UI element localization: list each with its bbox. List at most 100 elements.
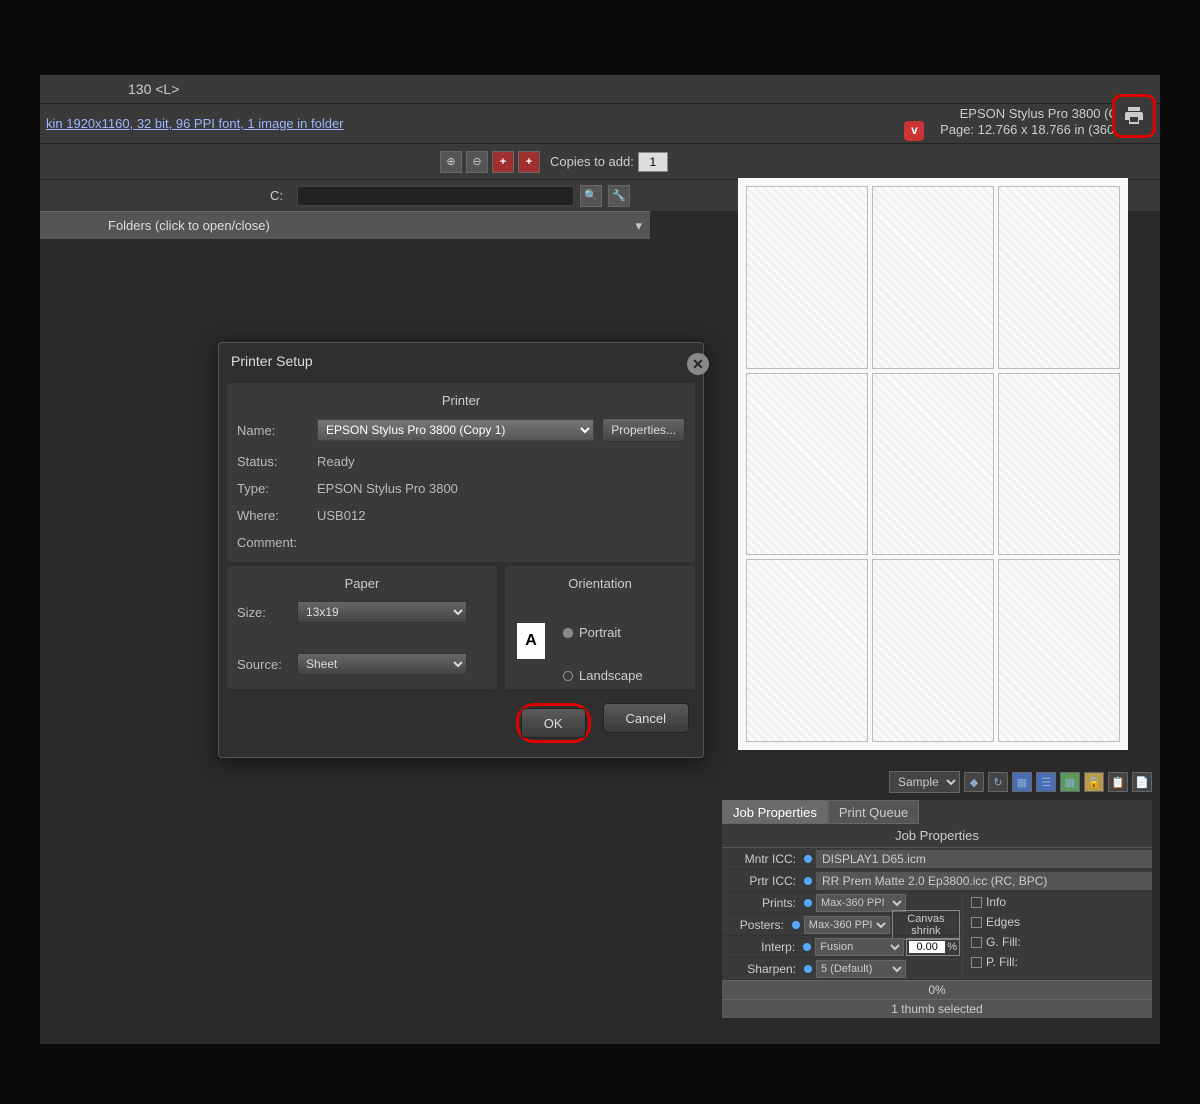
radio-icon — [563, 671, 573, 681]
info-label: Info — [986, 895, 1006, 909]
tile-icon[interactable]: ▦ — [1060, 772, 1080, 792]
status-dot-icon — [804, 899, 812, 907]
radio-icon — [563, 628, 573, 638]
sample-select[interactable]: Sample — [889, 771, 960, 793]
selection-text: 1 thumb selected — [722, 999, 1152, 1018]
zoom-out-icon[interactable]: ⊖ — [466, 151, 488, 173]
size-label: Size: — [237, 605, 297, 620]
gfill-label: G. Fill: — [986, 935, 1021, 949]
status-label: Status: — [237, 454, 317, 469]
preview-cell[interactable] — [872, 186, 994, 369]
wrench-icon[interactable]: 🔧 — [608, 185, 630, 207]
list-icon[interactable]: ☰ — [1036, 772, 1056, 792]
checkbox[interactable] — [971, 917, 982, 928]
printer-section: Printer Name: EPSON Stylus Pro 3800 (Cop… — [227, 383, 695, 562]
tab-print-queue[interactable]: Print Queue — [828, 800, 919, 824]
preview-cell[interactable] — [746, 186, 868, 369]
ok-highlight: OK — [516, 703, 591, 743]
folders-label: Folders (click to open/close) — [108, 218, 270, 233]
properties-button[interactable]: Properties... — [602, 418, 685, 442]
path-field[interactable] — [297, 186, 574, 206]
ok-button[interactable]: OK — [521, 708, 586, 738]
tabs: Job Properties Print Queue — [722, 800, 1152, 824]
page-preview — [738, 178, 1128, 750]
checkbox[interactable] — [971, 957, 982, 968]
printer-setup-dialog: Printer Setup ✕ Printer Name: EPSON Styl… — [218, 342, 704, 758]
toolbar: ⊕ ⊖ + + Copies to add: — [40, 143, 1160, 179]
refresh-icon[interactable]: ↻ — [988, 772, 1008, 792]
preview-cell[interactable] — [872, 559, 994, 742]
preview-cell[interactable] — [998, 186, 1120, 369]
type-value: EPSON Stylus Pro 3800 — [317, 481, 458, 496]
prtr-value[interactable]: RR Prem Matte 2.0 Ep3800.icc (RC, BPC) — [816, 872, 1152, 890]
posters-select[interactable]: Max-360 PPI — [804, 916, 890, 934]
canvas-shrink-button[interactable]: Canvas shrink — [892, 910, 960, 940]
checkbox[interactable] — [971, 937, 982, 948]
source-label: Source: — [237, 657, 297, 672]
percent-box[interactable]: % — [906, 938, 960, 956]
interp-label: Interp: — [722, 940, 799, 954]
page-orientation-icon: A — [517, 623, 545, 659]
status-dot-icon — [804, 965, 812, 973]
printer-header: Printer — [233, 389, 689, 412]
preview-cell[interactable] — [998, 373, 1120, 556]
panel-title: Job Properties — [722, 824, 1152, 848]
percent-input[interactable] — [909, 941, 945, 953]
copies-input[interactable] — [638, 152, 668, 172]
status-value: Ready — [317, 454, 355, 469]
landscape-radio[interactable]: Landscape — [563, 668, 643, 683]
source-select[interactable]: Sheet — [297, 653, 467, 675]
portrait-radio[interactable]: Portrait — [563, 625, 643, 640]
interp-select[interactable]: Fusion — [815, 938, 904, 956]
add-button[interactable]: + — [492, 151, 514, 173]
comment-label: Comment: — [237, 535, 317, 550]
printer-icon — [1122, 104, 1146, 128]
preview-toolbar: Sample ◆ ↻ ▦ ☰ ▦ 🔒 📋 📄 — [722, 766, 1152, 798]
mntr-value[interactable]: DISPLAY1 D65.icm — [816, 850, 1152, 868]
copy-icon[interactable]: 📋 — [1108, 772, 1128, 792]
mntr-label: Mntr ICC: — [722, 852, 800, 866]
zoom-in-icon[interactable]: ⊕ — [440, 151, 462, 173]
window-title: 130 <L> — [128, 81, 179, 97]
folders-toggle[interactable]: Folders (click to open/close) ▾ — [40, 211, 650, 239]
printer-setup-button[interactable] — [1112, 94, 1156, 138]
copies-label: Copies to add: — [550, 154, 634, 169]
drive-label: C: — [270, 188, 283, 203]
paper-section: Paper Size:13x19 Source:Sheet — [227, 566, 497, 689]
cancel-button[interactable]: Cancel — [603, 703, 689, 733]
v-badge-icon: v — [904, 121, 924, 141]
prtr-label: Prtr ICC: — [722, 874, 800, 888]
lock-icon[interactable]: 🔒 — [1084, 772, 1104, 792]
pfill-label: P. Fill: — [986, 955, 1018, 969]
job-properties-panel: Job Properties Mntr ICC: DISPLAY1 D65.icm… — [722, 824, 1152, 1018]
close-button[interactable]: ✕ — [687, 353, 709, 375]
status-dot-icon — [804, 855, 812, 863]
printer-select[interactable]: EPSON Stylus Pro 3800 (Copy 1) — [317, 419, 594, 441]
image-info-link[interactable]: kin 1920x1160, 32 bit, 96 PPI font, 1 im… — [46, 116, 344, 131]
preview-cell[interactable] — [746, 559, 868, 742]
preview-cell[interactable] — [746, 373, 868, 556]
grid-icon[interactable]: ▦ — [1012, 772, 1032, 792]
progress-text: 0% — [722, 980, 1152, 999]
page-icon[interactable]: 📄 — [1132, 772, 1152, 792]
chevron-down-icon: ▾ — [635, 218, 642, 234]
binoculars-icon[interactable]: 🔍 — [580, 185, 602, 207]
tool-icon[interactable]: ◆ — [964, 772, 984, 792]
add-all-button[interactable]: + — [518, 151, 540, 173]
tab-job-properties[interactable]: Job Properties — [722, 800, 828, 824]
edges-label: Edges — [986, 915, 1020, 929]
preview-cell[interactable] — [998, 559, 1120, 742]
preview-cell[interactable] — [872, 373, 994, 556]
orientation-header: Orientation — [511, 572, 689, 595]
checkbox[interactable] — [971, 897, 982, 908]
where-value: USB012 — [317, 508, 365, 523]
meta-bar: kin 1920x1160, 32 bit, 96 PPI font, 1 im… — [40, 103, 1160, 143]
size-select[interactable]: 13x19 — [297, 601, 467, 623]
prints-label: Prints: — [722, 896, 800, 910]
posters-label: Posters: — [722, 918, 788, 932]
status-dot-icon — [803, 943, 811, 951]
sharpen-select[interactable]: 5 (Default) — [816, 960, 906, 978]
name-label: Name: — [237, 423, 317, 438]
where-label: Where: — [237, 508, 317, 523]
title-bar: 130 <L> — [40, 75, 1160, 103]
